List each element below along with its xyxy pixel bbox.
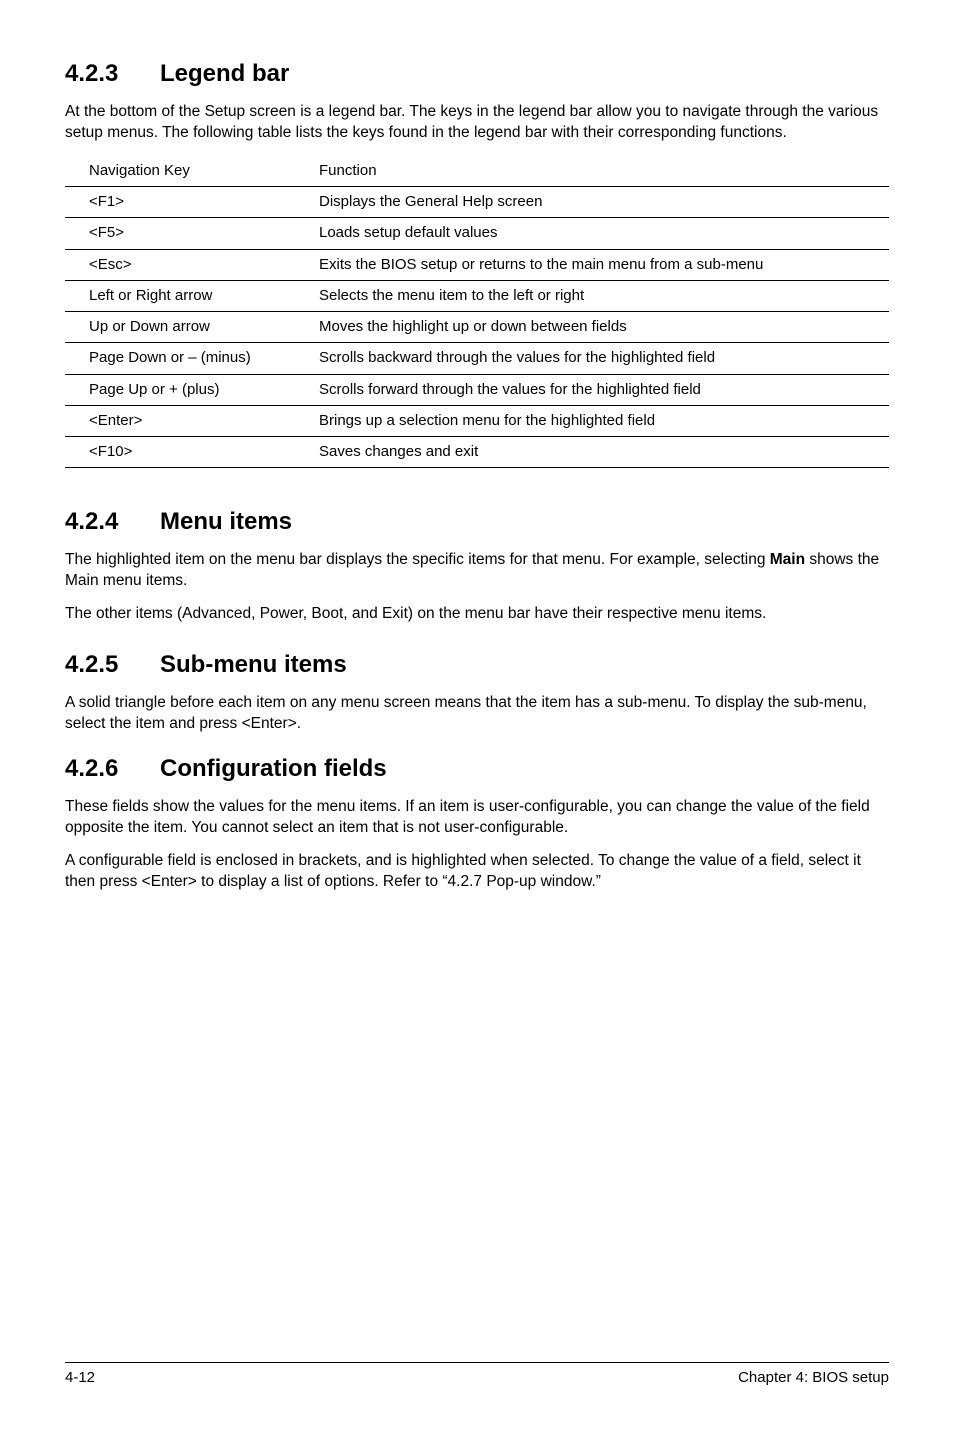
heading-424-num: 4.2.4 [65,508,160,536]
table-head-function: Function [295,156,889,187]
table-row: Page Up or + (plus)Scrolls forward throu… [65,374,889,405]
heading-424-title: Menu items [160,508,292,535]
heading-426: 4.2.6Configuration fields [65,755,889,783]
heading-426-num: 4.2.6 [65,755,160,783]
cell-func: Brings up a selection menu for the highl… [295,405,889,436]
cell-key: <F1> [65,187,295,218]
legend-table: Navigation Key Function <F1>Displays the… [65,156,889,469]
cell-key: <Esc> [65,249,295,280]
footer-left: 4-12 [65,1369,95,1386]
cell-func: Displays the General Help screen [295,187,889,218]
cell-func: Scrolls backward through the values for … [295,343,889,374]
heading-426-title: Configuration fields [160,755,387,782]
heading-425-title: Sub-menu items [160,651,347,678]
section-menu-items: 4.2.4Menu items The highlighted item on … [65,508,889,625]
heading-423-title: Legend bar [160,60,289,87]
table-row: Up or Down arrowMoves the highlight up o… [65,312,889,343]
cell-func: Moves the highlight up or down between f… [295,312,889,343]
table-row: <Enter>Brings up a selection menu for th… [65,405,889,436]
table-row: <F5>Loads setup default values [65,218,889,249]
cell-func: Selects the menu item to the left or rig… [295,280,889,311]
page-footer: 4-12 Chapter 4: BIOS setup [65,1362,889,1386]
heading-424: 4.2.4Menu items [65,508,889,536]
heading-425-num: 4.2.5 [65,651,160,679]
table-row: <F1>Displays the General Help screen [65,187,889,218]
cell-func: Loads setup default values [295,218,889,249]
cell-key: Page Up or + (plus) [65,374,295,405]
p-426-1: These fields show the values for the men… [65,797,889,839]
footer-right: Chapter 4: BIOS setup [738,1369,889,1386]
p-425-1: A solid triangle before each item on any… [65,693,889,735]
cell-func: Exits the BIOS setup or returns to the m… [295,249,889,280]
cell-func: Scrolls forward through the values for t… [295,374,889,405]
cell-key: <F5> [65,218,295,249]
heading-425: 4.2.5Sub-menu items [65,651,889,679]
section-submenu-items: 4.2.5Sub-menu items A solid triangle bef… [65,651,889,735]
intro-423: At the bottom of the Setup screen is a l… [65,102,889,144]
cell-key: <F10> [65,437,295,468]
heading-423: 4.2.3Legend bar [65,60,889,88]
cell-key: <Enter> [65,405,295,436]
cell-key: Left or Right arrow [65,280,295,311]
section-config-fields: 4.2.6Configuration fields These fields s… [65,755,889,893]
table-row: <F10>Saves changes and exit [65,437,889,468]
p-424-2: The other items (Advanced, Power, Boot, … [65,604,889,625]
table-row: Left or Right arrowSelects the menu item… [65,280,889,311]
p-424-1: The highlighted item on the menu bar dis… [65,550,889,592]
table-row: <Esc>Exits the BIOS setup or returns to … [65,249,889,280]
table-row: Page Down or – (minus)Scrolls backward t… [65,343,889,374]
section-legend-bar: 4.2.3Legend bar At the bottom of the Set… [65,60,889,468]
heading-423-num: 4.2.3 [65,60,160,88]
cell-key: Up or Down arrow [65,312,295,343]
table-head-key: Navigation Key [65,156,295,187]
p-426-2: A configurable field is enclosed in brac… [65,851,889,893]
cell-key: Page Down or – (minus) [65,343,295,374]
cell-func: Saves changes and exit [295,437,889,468]
